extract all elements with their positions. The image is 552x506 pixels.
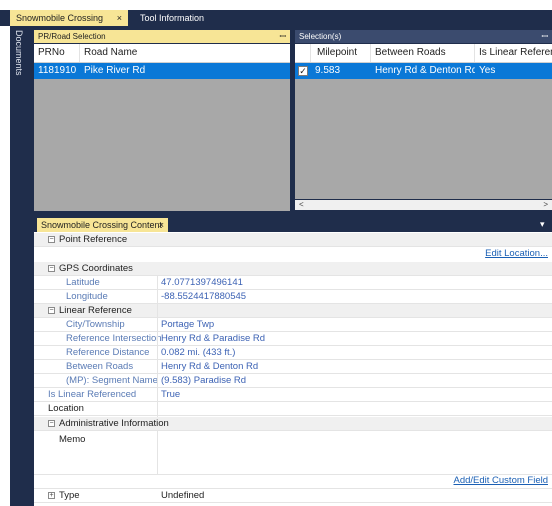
category-administrative-information[interactable]: − Administrative Information bbox=[34, 417, 552, 431]
tab-snowmobile-crossing-content[interactable]: Snowmobile Crossing Content × bbox=[37, 218, 168, 232]
road-grid-body bbox=[34, 63, 290, 211]
property-latitude[interactable]: Latitude 47.0771397496141 bbox=[34, 276, 552, 290]
documents-label: Documents bbox=[14, 30, 24, 76]
property-between-roads[interactable]: Between Roads Henry Rd & Denton Rd bbox=[34, 360, 552, 374]
tab-tool-information[interactable]: Tool Information bbox=[134, 10, 224, 26]
property-memo[interactable]: Memo bbox=[34, 431, 552, 475]
table-row[interactable]: ✓ 9.583 Henry Rd & Denton Rd Yes bbox=[295, 63, 552, 79]
property-label: Reference Distance bbox=[66, 347, 150, 358]
column-header-prno[interactable]: PRNo bbox=[34, 44, 80, 62]
tab-label: Snowmobile Crossing bbox=[16, 13, 104, 23]
tab-label: Snowmobile Crossing Content bbox=[41, 220, 163, 230]
column-header-is-linear-reference[interactable]: Is Linear Reference bbox=[475, 44, 552, 62]
property-value[interactable]: 0.082 mi. (433 ft.) bbox=[161, 346, 235, 360]
property-value[interactable]: Portage Twp bbox=[161, 318, 214, 332]
property-value[interactable]: Henry Rd & Paradise Rd bbox=[161, 332, 265, 346]
custom-field-row: Add/Edit Custom Field bbox=[34, 475, 552, 489]
left-margin bbox=[0, 26, 10, 506]
column-divider bbox=[157, 431, 158, 475]
category-label: Linear Reference bbox=[59, 305, 132, 316]
road-panel-title: PR/Road Selection bbox=[38, 32, 106, 41]
road-name-cell: Pike River Rd bbox=[84, 65, 146, 76]
column-header-select bbox=[295, 44, 311, 62]
property-segment-name[interactable]: (MP): Segment Name (9.583) Paradise Rd bbox=[34, 374, 552, 388]
category-point-reference[interactable]: − Point Reference bbox=[34, 233, 552, 247]
property-label: City/Township bbox=[66, 319, 125, 330]
property-city-township[interactable]: City/Township Portage Twp bbox=[34, 318, 552, 332]
property-value[interactable]: True bbox=[161, 388, 180, 402]
property-label: Is Linear Referenced bbox=[48, 389, 137, 400]
scroll-left-icon[interactable]: < bbox=[299, 200, 304, 210]
property-label: Longitude bbox=[66, 291, 108, 302]
edit-location-row: Edit Location... bbox=[34, 247, 552, 263]
category-gps-coordinates[interactable]: − GPS Coordinates bbox=[34, 262, 552, 276]
column-header-milepoint[interactable]: Milepoint bbox=[311, 44, 371, 62]
property-value[interactable]: 47.0771397496141 bbox=[161, 276, 243, 290]
property-reference-intersection[interactable]: Reference Intersection Henry Rd & Paradi… bbox=[34, 332, 552, 346]
prno-cell: 1181910 bbox=[38, 65, 77, 76]
table-row[interactable]: 1181910 Pike River Rd bbox=[34, 63, 290, 79]
property-label: Type bbox=[59, 490, 80, 501]
scroll-right-icon[interactable]: > bbox=[543, 200, 548, 210]
documents-sidebar[interactable]: Documents bbox=[10, 26, 32, 506]
collapse-icon[interactable]: − bbox=[48, 236, 55, 243]
collapse-icon[interactable]: − bbox=[48, 265, 55, 272]
category-label: Point Reference bbox=[59, 234, 128, 245]
horizontal-scrollbar[interactable]: < > bbox=[295, 200, 552, 210]
property-label: (MP): Segment Name bbox=[66, 375, 158, 386]
edit-location-link[interactable]: Edit Location... bbox=[485, 248, 548, 259]
property-label: Latitude bbox=[66, 277, 100, 288]
milepoint-cell: 9.583 bbox=[315, 65, 341, 76]
category-linear-reference[interactable]: − Linear Reference bbox=[34, 304, 552, 318]
between-roads-cell: Henry Rd & Denton Rd bbox=[375, 65, 475, 76]
selection-panel-header: Selection(s) ꟷ bbox=[295, 30, 552, 43]
chevron-down-icon[interactable]: ▾ bbox=[540, 219, 545, 230]
road-panel-header: PR/Road Selection ꟷ bbox=[34, 30, 290, 43]
property-value[interactable]: Henry Rd & Denton Rd bbox=[161, 360, 258, 374]
collapse-icon[interactable]: − bbox=[48, 420, 55, 427]
tab-snowmobile-crossing[interactable]: Snowmobile Crossing × bbox=[10, 10, 128, 26]
category-label: GPS Coordinates bbox=[59, 263, 133, 274]
property-reference-distance[interactable]: Reference Distance 0.082 mi. (433 ft.) bbox=[34, 346, 552, 360]
property-label: Location bbox=[48, 403, 84, 414]
tab-label: Tool Information bbox=[140, 13, 205, 23]
row-checkbox[interactable]: ✓ bbox=[298, 66, 308, 76]
category-label: Administrative Information bbox=[59, 418, 169, 429]
property-value[interactable]: -88.5524417880545 bbox=[161, 290, 246, 304]
add-edit-custom-field-link[interactable]: Add/Edit Custom Field bbox=[453, 475, 548, 486]
close-icon[interactable]: × bbox=[159, 218, 164, 232]
top-strip bbox=[0, 0, 552, 10]
close-icon[interactable]: × bbox=[117, 10, 122, 26]
selection-grid-body bbox=[295, 63, 552, 199]
expand-icon[interactable]: + bbox=[48, 492, 55, 499]
property-label: Memo bbox=[59, 434, 86, 445]
property-value[interactable]: Undefined bbox=[161, 489, 204, 503]
property-label: Reference Intersection bbox=[66, 333, 162, 344]
property-value[interactable]: (9.583) Paradise Rd bbox=[161, 374, 246, 388]
selection-panel-title: Selection(s) bbox=[299, 32, 342, 41]
pin-icon[interactable]: ꟷ bbox=[541, 30, 548, 43]
column-header-road-name[interactable]: Road Name bbox=[80, 44, 290, 62]
selection-grid-header: Milepoint Between Roads Is Linear Refere… bbox=[295, 44, 552, 63]
property-label: Between Roads bbox=[66, 361, 134, 372]
property-location[interactable]: Location bbox=[34, 402, 552, 416]
property-longitude[interactable]: Longitude -88.5524417880545 bbox=[34, 290, 552, 304]
road-grid-header: PRNo Road Name bbox=[34, 44, 290, 63]
collapse-icon[interactable]: − bbox=[48, 307, 55, 314]
pin-icon[interactable]: ꟷ bbox=[279, 30, 286, 43]
column-header-between-roads[interactable]: Between Roads bbox=[371, 44, 475, 62]
is-linear-cell: Yes bbox=[479, 65, 496, 76]
property-is-linear-referenced[interactable]: Is Linear Referenced True bbox=[34, 388, 552, 402]
property-grid-divider bbox=[157, 276, 158, 417]
property-type[interactable]: + Type Undefined bbox=[34, 489, 552, 503]
